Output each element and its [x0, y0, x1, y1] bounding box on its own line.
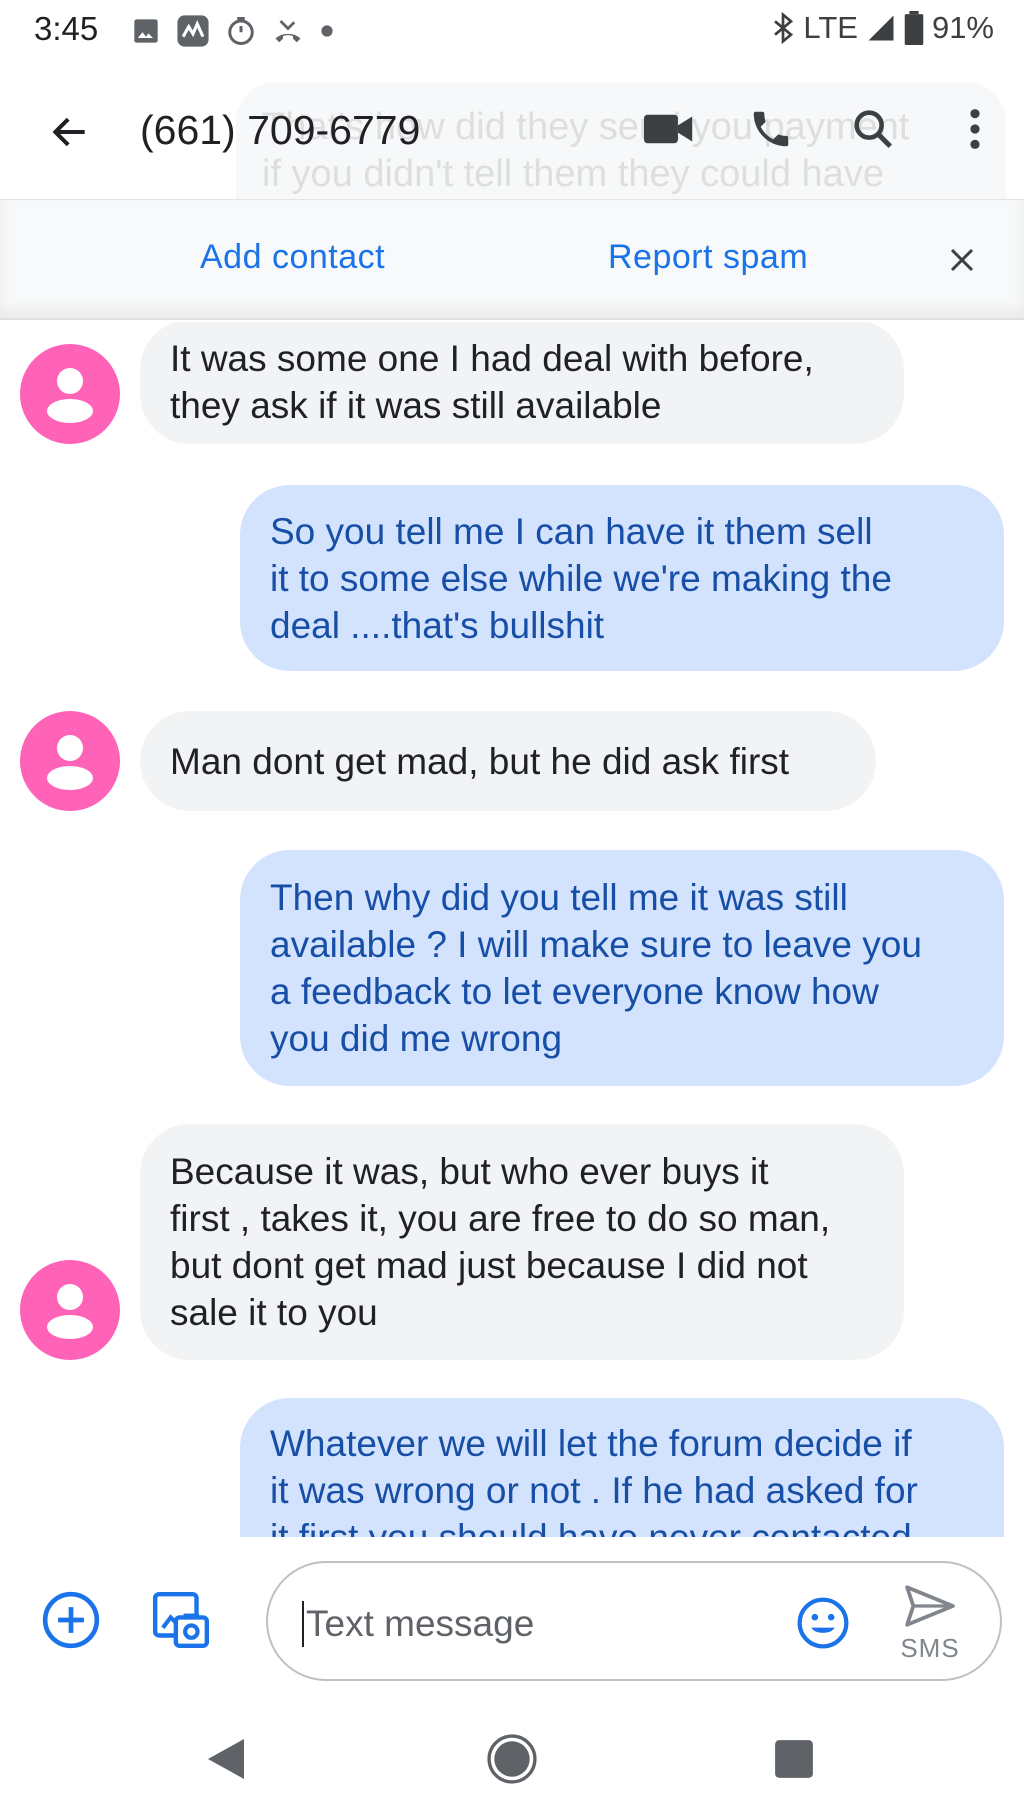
message-bubble-outgoing[interactable]: Then why did you tell me it was still av… — [240, 850, 1004, 1086]
search-icon — [854, 110, 893, 149]
notification-icons — [132, 14, 334, 48]
status-right: LTE 91% — [771, 10, 994, 46]
message-line: sale it to you — [170, 1292, 378, 1333]
conversation-title: (661) 709-6779 — [140, 107, 421, 153]
video-call-button[interactable] — [638, 98, 700, 160]
send-label: SMS — [900, 1633, 960, 1663]
message-line: Then why did you tell me it was still — [270, 877, 848, 918]
message-line: a feedback to let everyone know how — [270, 971, 879, 1012]
message-bubble-incoming[interactable]: Because it was, but who ever buys it fir… — [140, 1124, 904, 1360]
message-line: it was wrong or not . If he had asked fo… — [270, 1470, 918, 1511]
timer-icon — [228, 17, 254, 45]
network-type: LTE — [803, 10, 858, 45]
message-text: Man dont get mad, but he did ask first — [170, 738, 789, 785]
message-bubble-incoming[interactable]: It was some one I had deal with before, … — [140, 322, 904, 444]
add-attachment-button[interactable] — [38, 1587, 104, 1653]
nav-home-button[interactable] — [480, 1727, 544, 1791]
message-input-placeholder: Text message — [306, 1603, 535, 1644]
more-vert-icon — [970, 109, 980, 149]
report-spam-button[interactable]: Report spam — [608, 238, 808, 277]
nav-home-icon — [487, 1734, 537, 1784]
message-line: they ask if it was still available — [170, 385, 662, 426]
message-bubble-outgoing[interactable]: Whatever we will let the forum decide if… — [240, 1398, 1004, 1537]
add-circle-icon — [42, 1591, 100, 1649]
message-line: Man dont get mad, but he did ask first — [170, 740, 790, 782]
person-icon — [47, 735, 93, 790]
app-bar: That's how did they send you payment if … — [0, 62, 1024, 200]
video-call-icon — [644, 114, 693, 144]
battery-icon — [904, 11, 924, 45]
contact-avatar[interactable] — [20, 344, 120, 444]
contact-avatar[interactable] — [20, 1260, 120, 1360]
message-bubble-incoming[interactable]: Man dont get mad, but he did ask first — [140, 711, 876, 811]
add-contact-button[interactable]: Add contact — [200, 238, 385, 277]
person-icon — [47, 1284, 93, 1339]
message-text: It was some one I had deal with before, … — [170, 335, 814, 429]
message-line: but dont get mad just because I did not — [170, 1245, 808, 1286]
image-icon — [134, 19, 158, 43]
emoji-button[interactable] — [795, 1595, 851, 1651]
more-options-button[interactable] — [944, 98, 1006, 160]
message-text: Whatever we will let the forum decide if… — [270, 1420, 918, 1537]
activity-icon — [177, 15, 209, 47]
message-bubble-outgoing[interactable]: So you tell me I can have it them sell i… — [240, 485, 1004, 671]
battery-percent: 91% — [931, 10, 994, 45]
status-time: 3:45 — [34, 10, 99, 47]
missed-call-icon — [275, 20, 301, 43]
message-line: So you tell me I can have it them sell — [270, 510, 873, 552]
message-line: Whatever we will let the forum decide if — [270, 1423, 912, 1464]
message-text: Because it was, but who ever buys it fir… — [170, 1148, 830, 1336]
phone-icon — [753, 111, 789, 147]
back-button[interactable] — [42, 104, 98, 160]
person-icon — [47, 368, 93, 423]
gallery-button[interactable] — [148, 1587, 214, 1653]
message-line: available ? I will make sure to leave yo… — [270, 924, 922, 965]
signal-icon — [868, 15, 894, 41]
search-button[interactable] — [842, 98, 904, 160]
app-bar-actions — [638, 98, 1006, 160]
nav-recents-button[interactable] — [762, 1727, 826, 1791]
bluetooth-icon — [774, 12, 794, 44]
message-line: It was some one I had deal with before, — [170, 338, 814, 379]
message-line: it first you should have never contacted — [270, 1514, 918, 1537]
close-icon — [950, 248, 974, 272]
contact-avatar[interactable] — [20, 711, 120, 811]
send-icon — [905, 1585, 955, 1627]
message-text: Then why did you tell me it was still av… — [270, 874, 922, 1062]
send-sms-button[interactable]: SMS — [890, 1581, 970, 1665]
text-caret — [302, 1601, 304, 1647]
arrow-back-icon — [52, 117, 85, 147]
conversation-list[interactable]: It was some one I had deal with before, … — [0, 322, 1024, 1537]
phone-call-button[interactable] — [740, 98, 802, 160]
spam-banner: Add contact Report spam — [0, 200, 1024, 320]
dot-icon — [321, 25, 333, 37]
system-nav-bar — [0, 1697, 1024, 1820]
nav-recents-icon — [775, 1740, 813, 1778]
emoji-icon — [797, 1597, 849, 1649]
message-input[interactable]: Text message SMS — [266, 1561, 1002, 1681]
nav-back-button[interactable] — [194, 1727, 258, 1791]
message-line: you did me wrong — [270, 1018, 563, 1059]
nav-back-icon — [208, 1739, 244, 1779]
message-line: deal ....that's bullshit — [270, 604, 605, 646]
message-line: first , takes it, you are free to do so … — [170, 1198, 831, 1239]
gallery-icon — [152, 1591, 210, 1649]
message-line: Because it was, but who ever buys it — [170, 1151, 769, 1192]
message-line: it to some else while we're making the — [270, 557, 892, 599]
message-composer: Text message SMS — [0, 1537, 1024, 1697]
status-bar: 3:45 LTE 91% — [0, 0, 1024, 62]
dismiss-banner-button[interactable] — [938, 236, 986, 284]
message-text: So you tell me I can have it them sell i… — [270, 508, 892, 649]
